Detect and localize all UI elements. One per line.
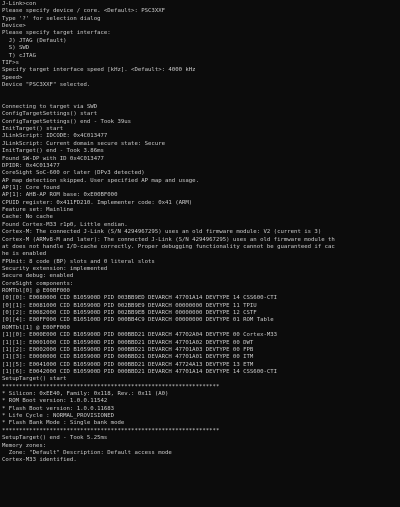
terminal-line: * Flash Boot version: 1.0.0.11683 [2,405,115,412]
terminal-line: [1][1]: E0001000 CID B105900D PID 000BBD… [2,339,254,346]
terminal-line: AP[1]: Core found [2,184,60,191]
terminal-line: DPIDR: 0x4C013477 [2,162,60,169]
terminal-line: Cortex-M33 identified. [2,457,77,464]
terminal-line: Specify target interface speed [kHz]. <D… [2,67,196,74]
terminal-line: Speed> [2,74,23,81]
terminal-line: FPUnit: 8 code (BP) slots and 0 literal … [2,258,155,265]
terminal-line: Zone: "Default" Description: Default acc… [2,449,172,456]
terminal-line: * Silicon: 0xEE40, Family: 0x118, Rev.: … [2,391,169,398]
terminal-line: JLinkScript: IDCODE: 0x4C013477 [2,133,108,140]
terminal-line: ****************************************… [2,383,220,390]
terminal-line: ConfigTargetSettings() start [2,111,98,118]
terminal-line: J-Link>con [2,1,36,7]
terminal-line: CPUID register: 0x411FD210. Implementer … [2,199,193,206]
terminal-line: he is enabled [2,251,47,258]
terminal-line: InitTarget() start [2,126,64,133]
terminal-line: [1][5]: E0041000 CID B105900D PID 000BBD… [2,361,254,368]
terminal-line: Memory zones: [2,442,47,449]
terminal-line: Cortex-M: The connected J-Link (S/N 4294… [2,229,322,236]
terminal-line: [1][3]: E0000000 CID B105900D PID 000BBD… [2,354,254,361]
terminal-line: Found Cortex-M33 r1p0, Little endian. [2,221,128,228]
terminal-line: [0][0]: E0080000 CID B105900D PID 003BB9… [2,295,278,302]
terminal-line: S) SWD [2,45,30,52]
terminal-line: * ROM Boot version: 1.0.0.11542 [2,398,108,405]
terminal-line: Please specify target interface: [2,30,111,37]
terminal-line: Security extension: implemented [2,265,108,272]
terminal-line: Device> [2,23,26,30]
terminal-line: [0][1]: E0081000 CID B105900D PID 002BB9… [2,302,257,309]
terminal-line: [0][4]: E00FF000 CID B105100D PID 000BB4… [2,317,274,324]
terminal-line: J) JTAG (Default) [2,37,67,44]
terminal-line: [1][6]: E0042000 CID B105900D PID 000BBD… [2,368,278,375]
terminal-line: at does not handle I/D-cache correctly. … [2,243,335,250]
terminal-line: ConfigTargetSettings() end - Took 39us [2,118,132,125]
terminal-line: InitTarget() end - Took 3.86ms [2,148,104,155]
terminal-line: Device "PSC3XXF" selected. [2,81,91,88]
terminal-line: [1][0]: E000E000 CID B105900D PID 000BBD… [2,332,278,339]
terminal-line: CoreSight components: [2,280,74,287]
terminal-line: Secure debug: enabled [2,273,74,280]
terminal-line: [0][2]: E0082000 CID B105900D PID 002BB9… [2,310,257,317]
terminal-line: AP map detection skipped. User specified… [2,177,199,184]
terminal-line: Type '?' for selection dialog [2,15,101,22]
terminal-line: Connecting to target via SWD [2,104,98,111]
terminal-line: Please specify device / core. <Default>:… [2,8,166,15]
terminal-line: [1][2]: E0002000 CID B105900D PID 000BBD… [2,346,254,353]
terminal-output[interactable]: J-Link>con Please specify device / core. … [0,0,400,507]
terminal-line: * Life Cycle : NORMAL_PROVISIONED [2,413,115,420]
terminal-line: ROMTbl[0] @ E00BF000 [2,288,70,295]
terminal-line: * Flash Bank Mode : Single bank mode [2,420,125,427]
terminal-line: SetupTarget() end - Took 5.25ms [2,435,108,442]
terminal-line: Found SW-DP with ID 0x4C013477 [2,155,104,162]
terminal-line: JLinkScript: Current domain secure state… [2,140,166,147]
terminal-line: TIF>s [2,59,19,66]
terminal-line: ROMTbl[1] @ E00FF000 [2,324,70,331]
terminal-line: T) cJTAG [2,52,36,59]
terminal-line: AP[1]: AHB-AP ROM base: 0xE00BF000 [2,192,118,199]
terminal-line: ****************************************… [2,427,220,434]
terminal-line: Cortex-M (ARMv8-M and later): The connec… [2,236,335,243]
terminal-line: SetupTarget() start [2,376,67,383]
terminal-line: CoreSight SoC-600 or later (DPv3 detecte… [2,170,145,177]
terminal-line: Feature set: Mainline [2,207,74,214]
terminal-line: Cache: No cache [2,214,53,221]
